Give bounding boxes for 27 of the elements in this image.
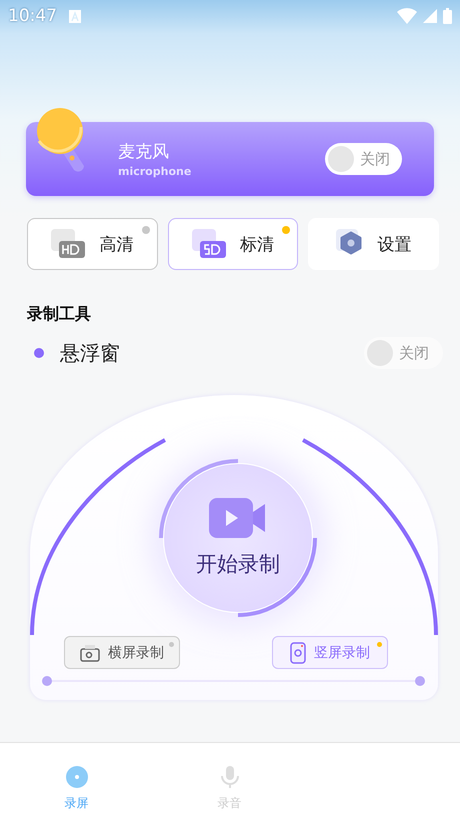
camera-icon bbox=[80, 644, 100, 662]
microphone-title: 麦克风 bbox=[118, 141, 170, 163]
disc-icon bbox=[64, 765, 88, 789]
start-recording-button[interactable]: 开始录制 bbox=[163, 463, 313, 613]
battery-icon bbox=[443, 8, 452, 24]
microphone-subtitle: microphone bbox=[118, 165, 192, 178]
quality-button[interactable]: 标清 bbox=[168, 218, 298, 270]
status-time: 10:47 bbox=[8, 6, 57, 26]
signal-icon bbox=[423, 9, 437, 23]
quality-button[interactable]: 高清 bbox=[27, 218, 158, 270]
status-dot bbox=[377, 642, 382, 647]
microphone-icon bbox=[220, 765, 240, 789]
orientation-button[interactable]: 竖屏录制 bbox=[272, 636, 388, 669]
status-dot bbox=[142, 226, 150, 234]
floating-window-label: 悬浮窗 bbox=[60, 340, 120, 366]
notification-icon bbox=[69, 10, 81, 22]
orientation-button[interactable]: 横屏录制 bbox=[64, 636, 180, 669]
phone-icon bbox=[290, 642, 306, 664]
status-dot bbox=[169, 642, 174, 647]
quality-button[interactable]: 设置 bbox=[308, 218, 440, 270]
wifi-icon bbox=[397, 8, 417, 24]
sd-icon bbox=[192, 229, 228, 259]
status-dot bbox=[282, 226, 290, 234]
section-title: 录制工具 bbox=[27, 304, 92, 325]
bullet-dot bbox=[34, 348, 44, 358]
video-camera-icon bbox=[209, 498, 267, 538]
hd-icon bbox=[51, 229, 88, 259]
